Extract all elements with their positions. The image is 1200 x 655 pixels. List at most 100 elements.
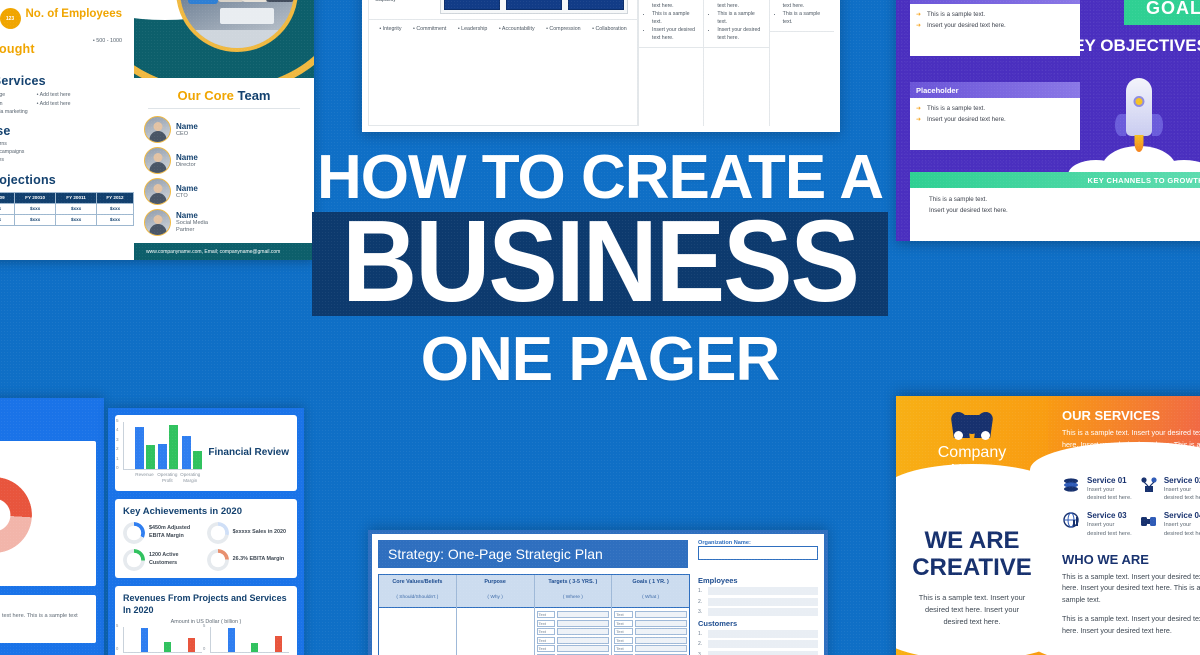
template-creative-brochure: Company Name WE ARE CREATIVE This is a s… — [896, 396, 1200, 655]
notes-column: This is a sample text.Insert your desire… — [768, 0, 834, 126]
employees-heading: No. of Employees — [25, 8, 123, 20]
service-item: Service 01 Insert your desired text here… — [1062, 476, 1133, 503]
headline-block: HOW TO CREATE A BUSINESS ONE PAGER — [0, 147, 1200, 395]
achievement-item: 1200 Active Customers — [123, 548, 203, 571]
achievement-item: $450m Adjusted EBITA Margin — [123, 521, 203, 544]
template-financial-cards: 543210 Revenue Operating Profit Operating … — [108, 408, 304, 655]
we-are-text: This is a sample text. Insert your desir… — [918, 592, 1026, 626]
products-columns: • Pay per click • Web analytics • Landin… — [0, 91, 126, 116]
achievement-item: $xxxxx Sales in 2020 — [206, 521, 287, 544]
achievement-item: 26.3% EBITA Margin — [206, 548, 287, 571]
coins-icon — [1062, 476, 1082, 494]
targets-rows: Text Text Text Text Text Text Text Text … — [535, 608, 612, 655]
financial-review-title: Financial Review — [208, 446, 289, 458]
one-pager-title: One Pager — [0, 414, 96, 432]
strategic-plan-table: Core Values/Beliefs ( Should/Shouldn't )… — [378, 574, 690, 655]
growth-strategies-card: Growth Strategies This is a sample text.… — [0, 595, 96, 643]
strategic-objective-box: Strategic Objective — [506, 0, 562, 10]
goals-rows: Text Text Text Text Text Text Text Text … — [612, 608, 689, 655]
column-goals: Goals ( 1 YR. ) ( What ) Text Text Text … — [612, 575, 689, 655]
core-values-strip: • Integrity • Commitment • Leadership • … — [379, 26, 627, 32]
service-item: Service 03 Insert your desired text here… — [1062, 511, 1133, 538]
banner-canvas: • Completed projects • countries served … — [0, 0, 1200, 655]
team-photo-header — [134, 0, 314, 78]
we-are-creative-block: WE ARE CREATIVE This is a sample text. I… — [912, 526, 1032, 626]
who-we-are-text-3: This is a sample text. Insert — [1062, 645, 1150, 655]
template-left-one-pager: One Pager Offerings Services Placeholder… — [0, 398, 104, 655]
revenues-card: Revenues From Projects and Services In 2… — [115, 585, 297, 655]
organization-name-field[interactable]: Organization Name: — [698, 540, 818, 560]
service-item: Service 02 Insert your desired text here… — [1139, 476, 1200, 503]
template-strategy-map: Financial Stewardship Strategic Objectiv… — [362, 0, 840, 132]
globe-chart-icon — [1062, 511, 1082, 529]
services-grid: Service 01 Insert your desired text here… — [1062, 476, 1200, 538]
goal-badge: GOAL — [1124, 0, 1200, 25]
who-we-are-text-1: This is a sample text. Insert your desir… — [1062, 571, 1200, 604]
y-axis-ticks: 543210 — [116, 418, 119, 470]
employees-badge: 123 No. of Employees — [0, 8, 122, 29]
donut-icon — [123, 521, 145, 544]
placeholder-label: Placeholder — [910, 82, 1080, 98]
headline-line-2: BUSINESS — [342, 196, 860, 327]
financial-review-card: 543210 Revenue Operating Profit Operating … — [115, 415, 297, 491]
perspective-row-organizational: Organizational Capacity Strategic Object… — [369, 0, 637, 20]
financial-review-bar-chart: 543210 — [116, 418, 203, 470]
column-targets: Targets ( 3-5 YRS. ) ( Where ) Text Text… — [534, 575, 613, 655]
profile-intro-bullets: • Completed projects • countries served … — [0, 0, 126, 2]
donut-legend: Placeholder Placeholder Placeholder Plac… — [0, 558, 88, 579]
services-donut-chart — [0, 477, 32, 553]
donut-icon — [206, 548, 229, 571]
brand-mark-icon — [950, 412, 994, 440]
company-logo-block: Company Name — [896, 396, 1048, 481]
offerings-card: Offerings Services Placeholder Placehold… — [0, 441, 96, 586]
company-name: Company Name — [937, 444, 1007, 480]
divider — [148, 108, 300, 109]
revenues-bar-chart-2: 50 — [203, 623, 289, 654]
column-purpose: Purpose ( Why ) — [456, 575, 535, 655]
rocket-icon — [1115, 78, 1163, 152]
notes-column: This is a sample text.Insert your desire… — [703, 0, 769, 126]
who-we-are-text-2: This is a sample text. Insert your desir… — [1062, 614, 1200, 635]
coin-icon: 123 — [0, 8, 21, 29]
financing-heading: Financing Sought — [0, 42, 35, 57]
service-item: Service 04 Insert your desired text here… — [1139, 511, 1200, 538]
handshake-icon — [1139, 511, 1159, 529]
section-employees: Employees — [698, 576, 738, 585]
headline-band: BUSINESS — [312, 203, 888, 320]
column-core-values: Core Values/Beliefs ( Should/Shouldn't ) — [379, 575, 457, 655]
donut-icon — [123, 548, 145, 571]
products-col-2: • Landing page • Optimization • Social m… — [0, 92, 28, 115]
brochure-left-panel: Company Name WE ARE CREATIVE This is a s… — [896, 396, 1064, 655]
strategic-plan-title: Strategy: One-Page Strategic Plan — [378, 540, 688, 568]
revenues-heading: Revenues From Projects and Services In 2… — [123, 592, 287, 615]
strategy-map-grid: Financial Stewardship Strategic Objectiv… — [368, 0, 638, 126]
employees-value: • 500 - 1000 — [92, 38, 122, 44]
placeholder-card-2: Placeholder This is a sample text. Inser… — [910, 82, 1080, 150]
team-photo — [176, 0, 298, 52]
donut-icon — [206, 521, 229, 544]
placeholder-card-1: Placeholder This is a sample text. Inser… — [910, 0, 1080, 56]
core-team-heading: Our Core Team — [177, 88, 271, 103]
network-icon — [1139, 476, 1159, 494]
organization-input[interactable] — [698, 546, 818, 560]
strategic-objective-box: Strategic Objective — [568, 0, 624, 10]
achievements-heading: Key Achievements in 2020 — [123, 505, 242, 517]
revenues-bar-chart-1: 50 — [116, 623, 202, 654]
who-we-are-heading: WHO WE ARE — [1062, 551, 1149, 567]
products-heading: Products / Services — [0, 74, 46, 89]
expertise-heading: Our Expertise — [0, 124, 11, 139]
headline-line-3: ONE PAGER — [420, 325, 780, 395]
products-col-3: • Add text here • Add text here — [36, 92, 71, 107]
template-strategic-plan: Strategy: One-Page Strategic Plan Organi… — [368, 530, 828, 655]
strategic-objective-box: Strategic Objective — [444, 0, 500, 10]
x-axis-labels: Revenue Operating Profit Operating Margin — [135, 472, 201, 483]
orange-footer-shape — [896, 608, 1064, 655]
section-customers: Customers — [698, 618, 738, 628]
our-services-text: This is a sample text. Insert your desir… — [1062, 428, 1200, 461]
revenues-subtitle: Amount in US Dollar ( billion ) — [170, 619, 242, 626]
key-objectives-heading: KEY OBJECTIVES — [1060, 36, 1200, 55]
our-services-heading: OUR SERVICES — [1062, 408, 1161, 423]
avatar — [144, 116, 171, 143]
stakeholder-panel: Employees 1. 2. 3. Customers 1. 2. 3. Sh… — [698, 574, 818, 655]
notes-column: This is a sample text.Insert your desire… — [638, 0, 704, 126]
